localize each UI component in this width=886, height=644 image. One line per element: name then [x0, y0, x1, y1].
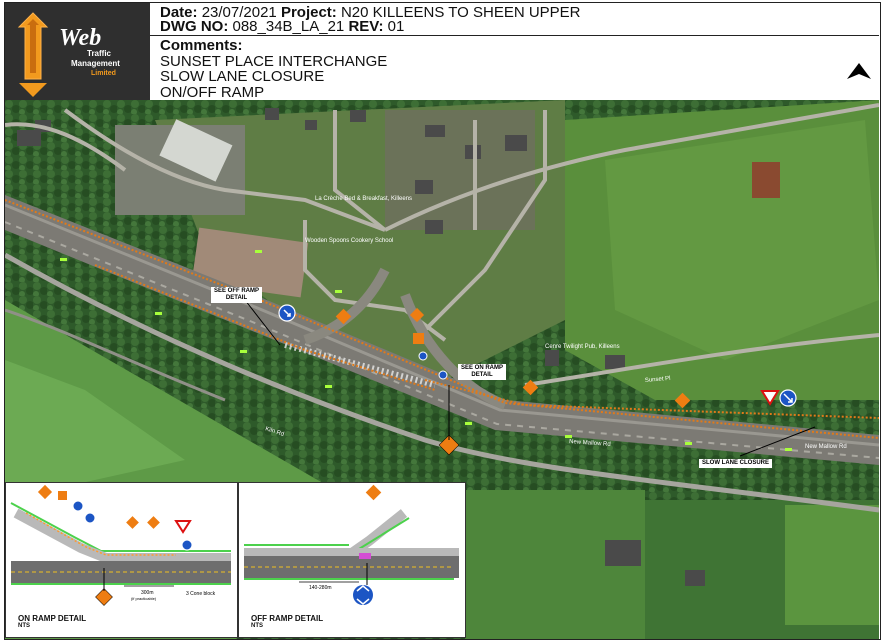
- comment-line-3: ON/OFF RAMP: [160, 83, 265, 101]
- off-ramp-title: OFF RAMP DETAIL NTS: [251, 614, 324, 629]
- rev-label: REV:: [348, 18, 384, 35]
- dwg-value: 088_34B_LA_21: [232, 18, 345, 35]
- comments-label: Comments:: [160, 37, 243, 54]
- header-info: Date: 23/07/2021 Project: N20 KILLEENS T…: [150, 3, 879, 36]
- north-arrow-icon: [846, 61, 872, 86]
- comment-line-1: SUNSET PLACE INTERCHANGE: [160, 52, 388, 70]
- dwg-label: DWG NO:: [160, 18, 229, 35]
- drawing-frame: Web Traffic Management Limited Date: 23/…: [4, 2, 881, 640]
- logo-web: Web: [59, 25, 101, 51]
- off-ramp-detail: 140-280m OFF RAMP DETAIL NTS: [238, 482, 466, 638]
- road-label-new-mallow-2: New Mallow Rd: [805, 444, 847, 450]
- off-ramp-nts: NTS: [251, 623, 263, 629]
- on-ramp-cone-note: 3 Cone block: [186, 591, 216, 597]
- comment-line-2: SLOW LANE CLOSURE: [160, 68, 325, 85]
- logo-management: Management: [71, 59, 120, 68]
- off-ramp-dist: 140-280m: [309, 585, 332, 591]
- on-ramp-title: ON RAMP DETAIL NTS: [18, 614, 87, 629]
- comments-box: Comments: SUNSET PLACE INTERCHANGE SLOW …: [150, 36, 879, 100]
- logo-traffic: Traffic: [87, 49, 112, 58]
- company-logo: Web Traffic Management Limited: [5, 3, 150, 100]
- aerial-map: New Mallow Rd New Mallow Rd Kiln Rd Suns…: [5, 100, 880, 639]
- place-label-1: La Crèche Bed & Breakfast, Killeens: [315, 196, 412, 202]
- slow-lane-closure-label: SLOW LANE CLOSURE: [699, 459, 772, 468]
- logo-limited: Limited: [91, 70, 116, 77]
- on-ramp-nts: NTS: [18, 623, 30, 629]
- see-on-ramp-label: SEE ON RAMP DETAIL: [458, 364, 507, 380]
- on-ramp-dist-note: (if practicable): [131, 596, 157, 601]
- see-off-ramp-label: SEE OFF RAMP DETAIL: [211, 287, 263, 303]
- on-ramp-detail: 300m (if practicable) 3 Cone block ON RA…: [5, 482, 238, 638]
- rev-value: 01: [387, 18, 405, 35]
- place-label-3: Cenre Twilight Pub, Killeens: [545, 344, 620, 350]
- place-label-2: Wooden Spoons Cookery School: [305, 238, 393, 244]
